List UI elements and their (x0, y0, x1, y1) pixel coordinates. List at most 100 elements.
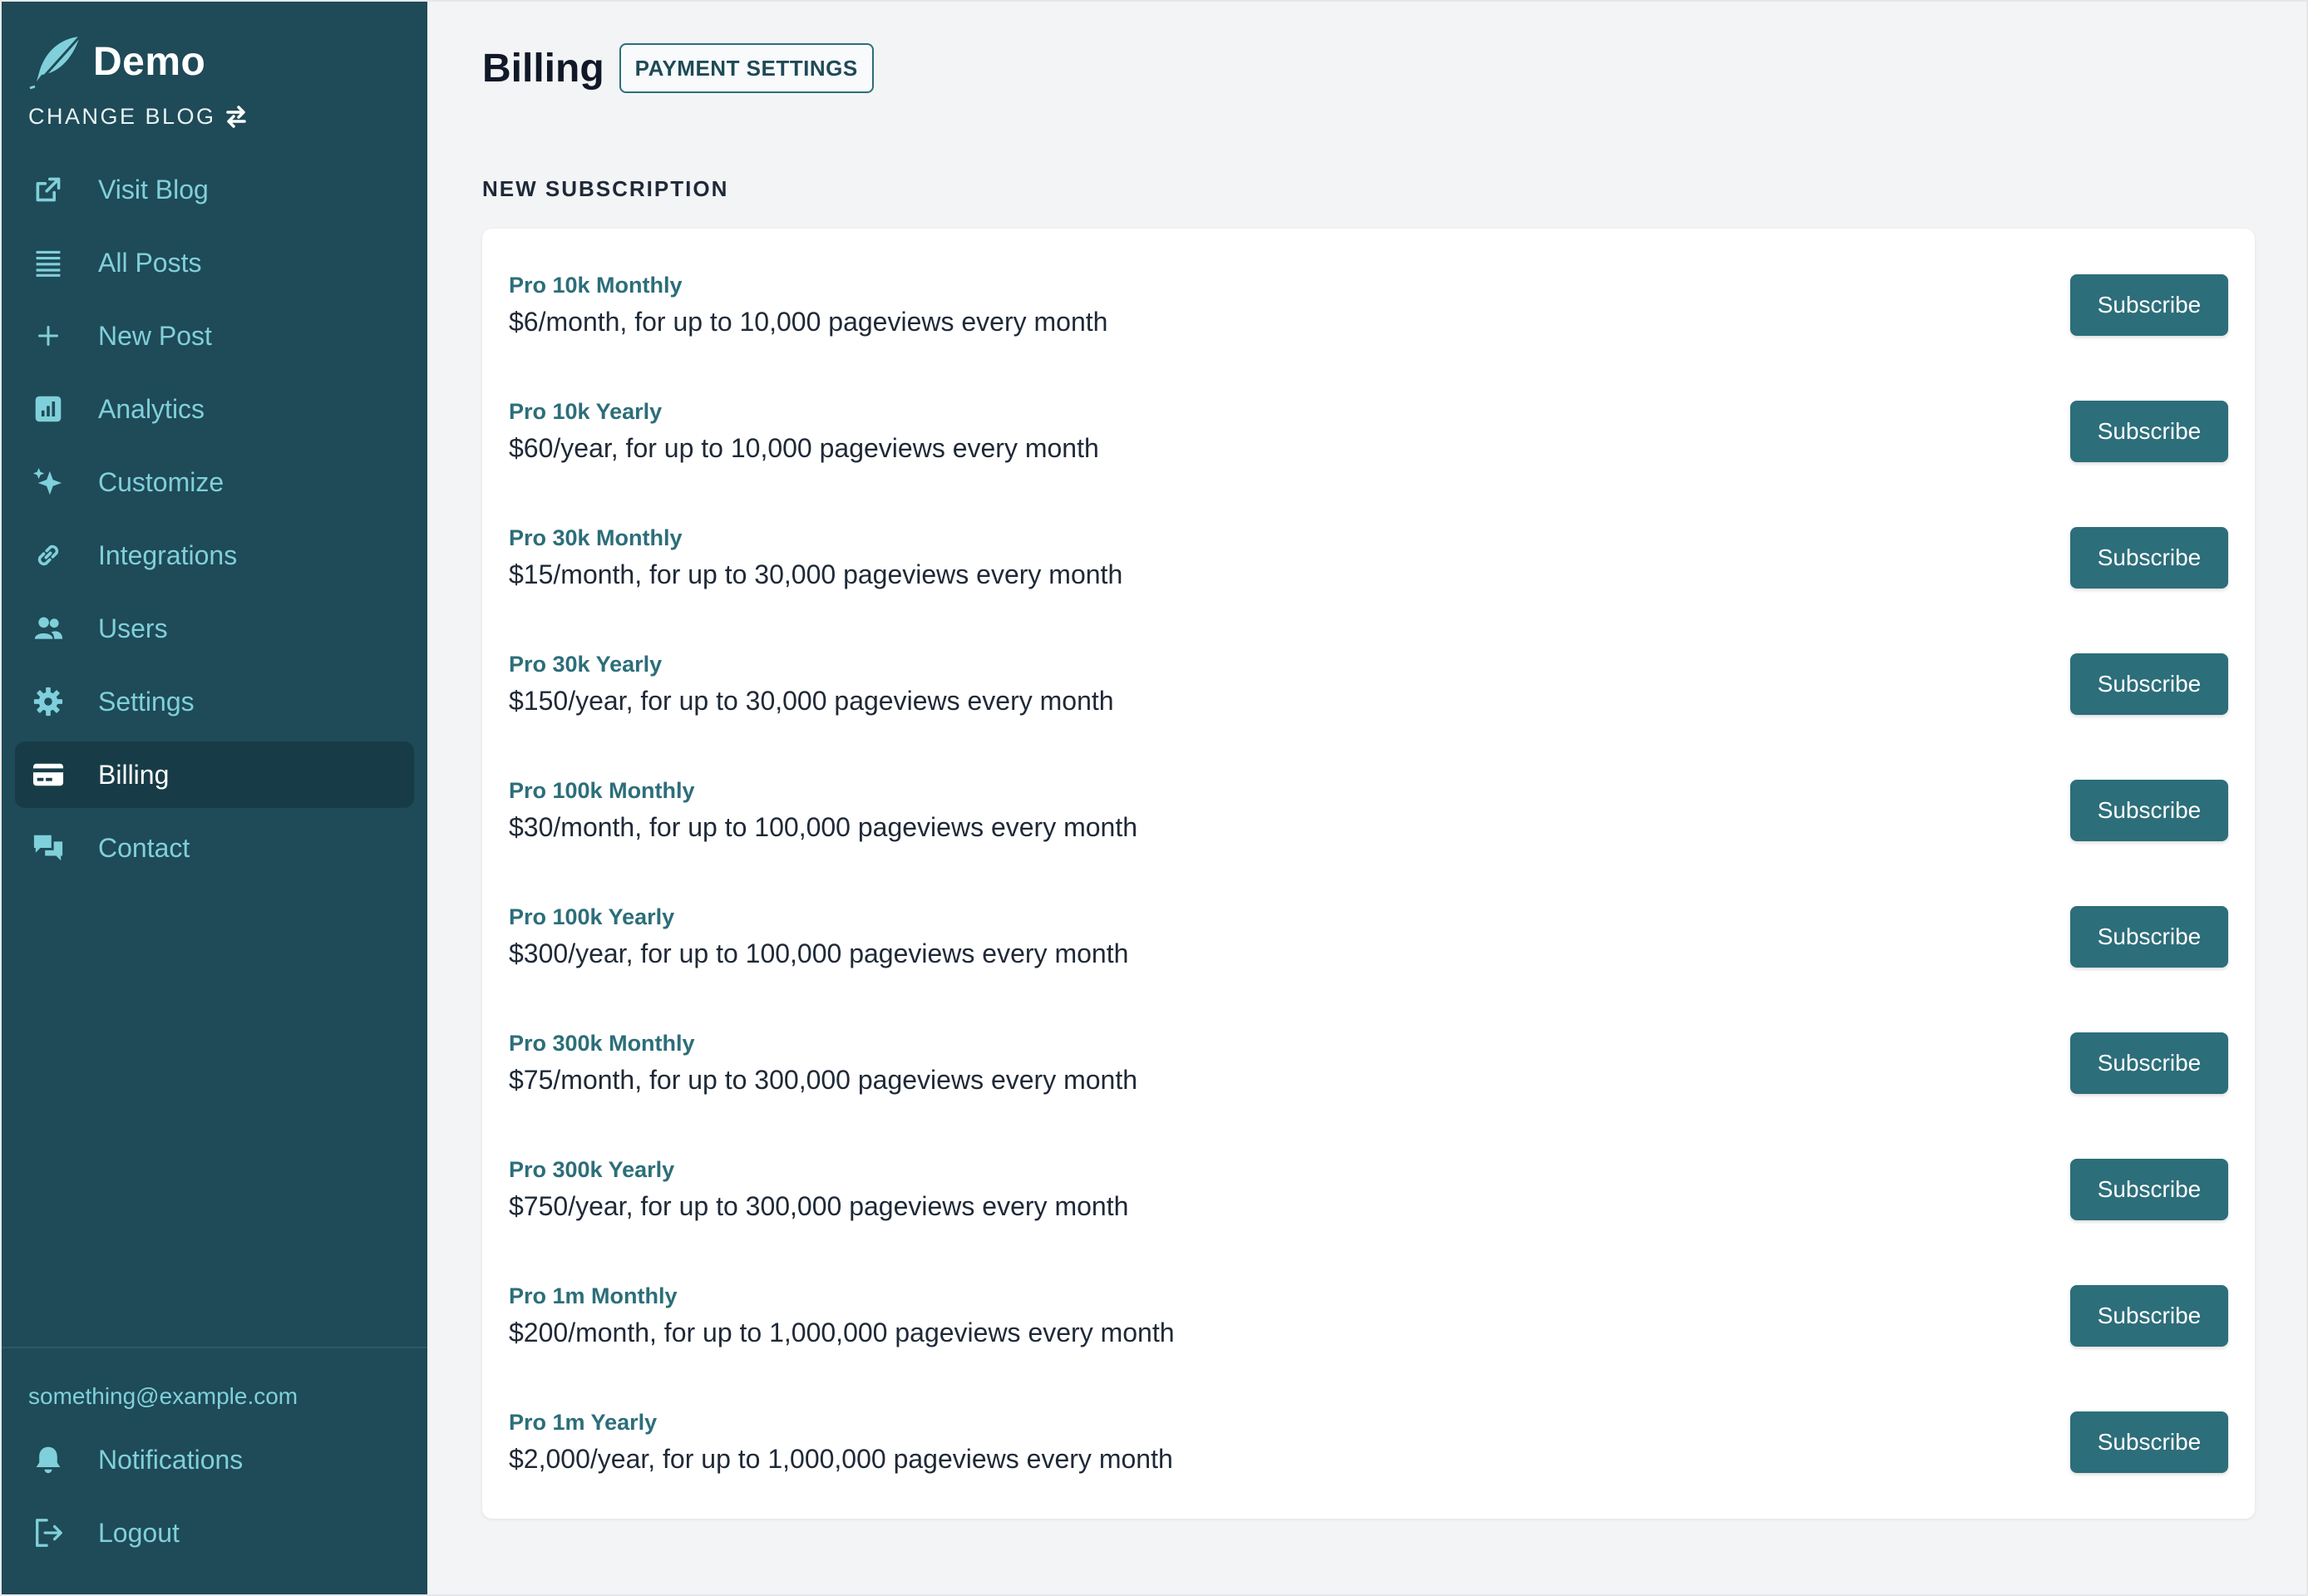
plan-info: Pro 100k Yearly $300/year, for up to 100,… (509, 904, 1128, 969)
logout-icon (32, 1516, 65, 1549)
plan-description: $60/year, for up to 10,000 pageviews eve… (509, 433, 1099, 463)
plus-icon (32, 319, 65, 352)
plan-description: $6/month, for up to 10,000 pageviews eve… (509, 307, 1108, 337)
chart-icon (32, 392, 65, 426)
sidebar-item-new-post[interactable]: New Post (15, 303, 414, 369)
brand-row: Demo (28, 33, 401, 90)
subscribe-button[interactable]: Subscribe (2070, 1032, 2228, 1094)
sidebar-item-analytics[interactable]: Analytics (15, 376, 414, 442)
main-content: Billing PAYMENT SETTINGS NEW SUBSCRIPTIO… (427, 2, 2308, 1594)
plan-description: $150/year, for up to 30,000 pageviews ev… (509, 686, 1114, 716)
plan-name: Pro 100k Yearly (509, 904, 675, 929)
plan-row: Pro 10k Yearly $60/year, for up to 10,000… (509, 368, 2228, 495)
sidebar-item-label: New Post (98, 320, 212, 351)
plan-info: Pro 10k Monthly $6/month, for up to 10,00… (509, 273, 1107, 337)
plan-name: Pro 300k Monthly (509, 1031, 695, 1056)
credit-card-icon (32, 758, 65, 791)
sidebar-item-label: Logout (98, 1517, 180, 1548)
plan-info: Pro 1m Monthly $200/month, for up to 1,00… (509, 1283, 1175, 1348)
brand-block: Demo CHANGE BLOG (2, 2, 427, 130)
sidebar-item-label: Analytics (98, 393, 205, 424)
footer-nav: Notifications Logout (2, 1426, 427, 1566)
sidebar-item-settings[interactable]: Settings (15, 668, 414, 735)
sidebar-item-label: Contact (98, 832, 190, 863)
subscribe-button[interactable]: Subscribe (2070, 527, 2228, 589)
link-icon (32, 539, 65, 572)
users-icon (32, 612, 65, 645)
plan-info: Pro 30k Monthly $15/month, for up to 30,0… (509, 525, 1122, 590)
subscribe-button[interactable]: Subscribe (2070, 1285, 2228, 1347)
sidebar-item-users[interactable]: Users (15, 595, 414, 662)
sidebar-item-label: Visit Blog (98, 174, 209, 204)
plan-info: Pro 10k Yearly $60/year, for up to 10,000… (509, 399, 1099, 464)
list-icon (32, 246, 65, 279)
subscribe-button[interactable]: Subscribe (2070, 653, 2228, 715)
plan-description: $750/year, for up to 300,000 pageviews e… (509, 1191, 1129, 1221)
sidebar-item-notifications[interactable]: Notifications (15, 1426, 414, 1493)
payment-settings-button[interactable]: PAYMENT SETTINGS (619, 43, 874, 93)
subscribe-button[interactable]: Subscribe (2070, 401, 2228, 462)
plan-name: Pro 300k Yearly (509, 1157, 675, 1182)
plan-row: Pro 100k Yearly $300/year, for up to 100,… (509, 874, 2228, 1000)
plan-description: $200/month, for up to 1,000,000 pageview… (509, 1318, 1175, 1347)
sidebar-item-visit-blog[interactable]: Visit Blog (15, 156, 414, 223)
plan-row: Pro 300k Monthly $75/month, for up to 300… (509, 1000, 2228, 1126)
chat-icon (32, 831, 65, 864)
plan-name: Pro 30k Monthly (509, 525, 683, 550)
blog-name: Demo (93, 39, 206, 84)
subscribe-button[interactable]: Subscribe (2070, 780, 2228, 841)
sidebar-footer: something@example.com Notifications Logo… (2, 1347, 427, 1594)
sidebar-item-label: Billing (98, 759, 170, 790)
plan-row: Pro 100k Monthly $30/month, for up to 100… (509, 747, 2228, 874)
plan-description: $300/year, for up to 100,000 pageviews e… (509, 938, 1129, 968)
plan-info: Pro 100k Monthly $30/month, for up to 100… (509, 778, 1137, 843)
plan-name: Pro 1m Yearly (509, 1410, 658, 1435)
user-email: something@example.com (28, 1383, 298, 1409)
sidebar-item-label: Customize (98, 466, 224, 497)
plan-row: Pro 10k Monthly $6/month, for up to 10,00… (509, 242, 2228, 368)
sidebar-item-label: Settings (98, 686, 195, 717)
subscribe-button[interactable]: Subscribe (2070, 1159, 2228, 1220)
sidebar-item-contact[interactable]: Contact (15, 815, 414, 881)
sidebar-item-integrations[interactable]: Integrations (15, 522, 414, 589)
plan-description: $30/month, for up to 100,000 pageviews e… (509, 812, 1138, 842)
change-blog-label: CHANGE BLOG (28, 103, 216, 129)
subscribe-button[interactable]: Subscribe (2070, 1411, 2228, 1473)
external-link-icon (32, 173, 65, 206)
plan-name: Pro 100k Monthly (509, 778, 695, 803)
sidebar-item-label: All Posts (98, 247, 202, 278)
plans-card: Pro 10k Monthly $6/month, for up to 10,00… (482, 229, 2255, 1519)
plan-name: Pro 10k Monthly (509, 273, 683, 298)
sidebar-item-billing[interactable]: Billing (15, 741, 414, 808)
swap-arrows-icon (223, 103, 249, 130)
gear-icon (32, 685, 65, 718)
sparkles-icon (32, 466, 65, 499)
change-blog-button[interactable]: CHANGE BLOG (28, 103, 401, 130)
plan-description: $75/month, for up to 300,000 pageviews e… (509, 1065, 1138, 1095)
plan-row: Pro 1m Yearly $2,000/year, for up to 1,00… (509, 1379, 2228, 1505)
sidebar-item-label: Notifications (98, 1444, 244, 1475)
plan-name: Pro 30k Yearly (509, 652, 663, 677)
plan-info: Pro 300k Monthly $75/month, for up to 300… (509, 1031, 1137, 1096)
sidebar-item-customize[interactable]: Customize (15, 449, 414, 515)
plan-row: Pro 30k Monthly $15/month, for up to 30,0… (509, 495, 2228, 621)
plan-description: $2,000/year, for up to 1,000,000 pagevie… (509, 1444, 1173, 1474)
sidebar-item-label: Users (98, 613, 168, 643)
sidebar-item-all-posts[interactable]: All Posts (15, 229, 414, 296)
subscribe-button[interactable]: Subscribe (2070, 906, 2228, 968)
app-window: Demo CHANGE BLOG Visit Blog All Posts Ne… (0, 0, 2308, 1596)
sidebar: Demo CHANGE BLOG Visit Blog All Posts Ne… (2, 2, 427, 1594)
sidebar-item-logout[interactable]: Logout (15, 1500, 414, 1566)
plan-info: Pro 30k Yearly $150/year, for up to 30,00… (509, 652, 1114, 717)
plan-name: Pro 1m Monthly (509, 1283, 678, 1308)
plan-info: Pro 1m Yearly $2,000/year, for up to 1,00… (509, 1410, 1173, 1475)
feather-logo-icon (28, 33, 83, 90)
plan-row: Pro 1m Monthly $200/month, for up to 1,00… (509, 1253, 2228, 1379)
section-label: NEW SUBSCRIPTION (482, 176, 729, 201)
subscribe-button[interactable]: Subscribe (2070, 274, 2228, 336)
plan-info: Pro 300k Yearly $750/year, for up to 300,… (509, 1157, 1128, 1222)
plan-description: $15/month, for up to 30,000 pageviews ev… (509, 559, 1123, 589)
sidebar-item-label: Integrations (98, 539, 238, 570)
plan-row: Pro 300k Yearly $750/year, for up to 300,… (509, 1126, 2228, 1253)
plan-row: Pro 30k Yearly $150/year, for up to 30,00… (509, 621, 2228, 747)
